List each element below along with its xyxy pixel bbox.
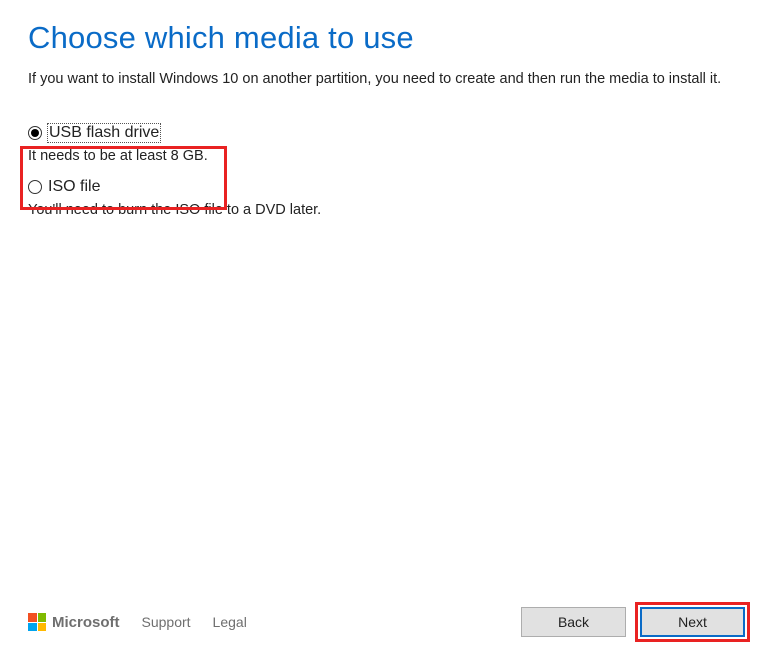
- radio-selected-icon[interactable]: [28, 126, 42, 140]
- page-subtitle: If you want to install Windows 10 on ano…: [28, 70, 745, 90]
- microsoft-brand-text: Microsoft: [52, 614, 120, 631]
- microsoft-logo-icon: [28, 613, 46, 631]
- legal-link[interactable]: Legal: [213, 614, 247, 630]
- footer: Microsoft Support Legal Back Next: [28, 607, 745, 637]
- radio-unselected-icon[interactable]: [28, 180, 42, 194]
- support-link[interactable]: Support: [142, 614, 191, 630]
- media-options-group: USB flash drive It needs to be at least …: [28, 124, 745, 218]
- next-button[interactable]: Next: [640, 607, 745, 637]
- microsoft-brand: Microsoft: [28, 613, 120, 631]
- back-button[interactable]: Back: [521, 607, 626, 637]
- option-iso-file[interactable]: ISO file You'll need to burn the ISO fil…: [28, 178, 745, 218]
- option-label: ISO file: [48, 178, 100, 196]
- option-label: USB flash drive: [48, 124, 160, 142]
- option-description: It needs to be at least 8 GB.: [28, 148, 745, 164]
- page-title: Choose which media to use: [28, 20, 745, 56]
- option-description: You'll need to burn the ISO file to a DV…: [28, 202, 745, 218]
- option-usb-flash-drive[interactable]: USB flash drive It needs to be at least …: [28, 124, 745, 164]
